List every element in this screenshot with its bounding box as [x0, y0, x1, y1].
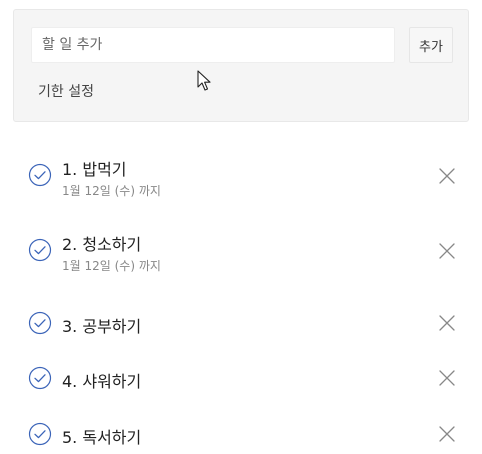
todo-app: 추가 기한 설정 1. 밥먹기 1월 12일 (수) 까지 2. 청소하기 1월…	[0, 0, 482, 454]
close-icon[interactable]	[437, 313, 457, 333]
check-circle-icon[interactable]	[28, 163, 52, 187]
todo-list: 1. 밥먹기 1월 12일 (수) 까지 2. 청소하기 1월 12일 (수) …	[0, 130, 482, 448]
todo-item: 3. 공부하기	[0, 281, 482, 336]
todo-text: 4. 샤워하기	[62, 372, 142, 391]
add-button[interactable]: 추가	[409, 27, 453, 63]
todo-item: 1. 밥먹기 1월 12일 (수) 까지	[0, 130, 482, 206]
todo-item: 4. 샤워하기	[0, 336, 482, 392]
todo-item: 5. 독서하기	[0, 392, 482, 448]
todo-text: 2. 청소하기	[62, 235, 142, 254]
close-icon[interactable]	[437, 424, 457, 444]
todo-input[interactable]	[31, 27, 395, 63]
close-icon[interactable]	[437, 368, 457, 388]
todo-item: 2. 청소하기 1월 12일 (수) 까지	[0, 206, 482, 281]
check-circle-icon[interactable]	[28, 366, 52, 390]
close-icon[interactable]	[437, 241, 457, 261]
add-todo-panel: 추가 기한 설정	[13, 9, 469, 122]
set-deadline-link[interactable]: 기한 설정	[38, 81, 94, 101]
check-circle-icon[interactable]	[28, 238, 52, 262]
check-circle-icon[interactable]	[28, 422, 52, 446]
check-circle-icon[interactable]	[28, 311, 52, 335]
todo-text: 5. 독서하기	[62, 428, 142, 447]
todo-text: 3. 공부하기	[62, 317, 142, 336]
mouse-pointer-icon	[197, 70, 211, 91]
todo-deadline: 1월 12일 (수) 까지	[62, 184, 161, 198]
close-icon[interactable]	[437, 166, 457, 186]
todo-deadline: 1월 12일 (수) 까지	[62, 259, 161, 273]
todo-text: 1. 밥먹기	[62, 160, 127, 179]
